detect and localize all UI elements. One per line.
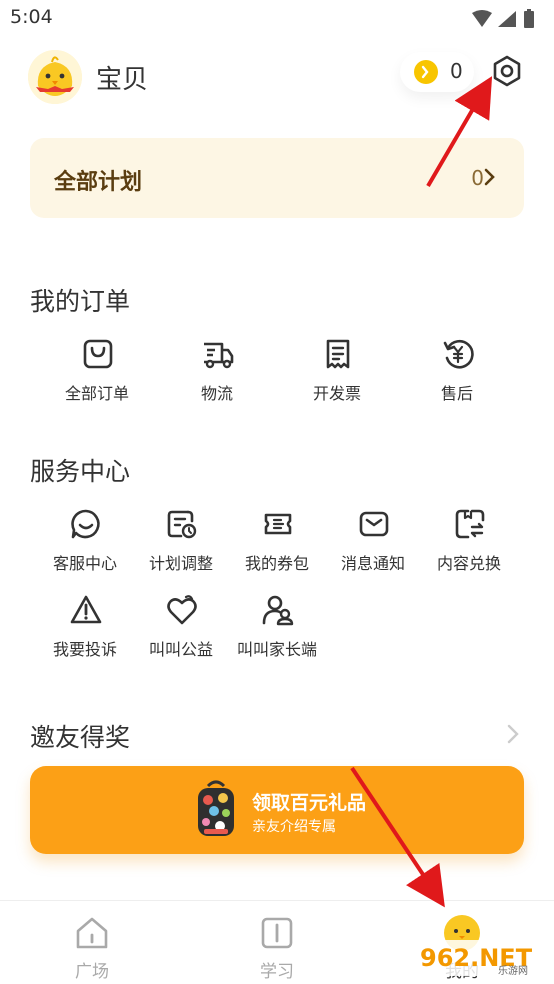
- service-plan-adjust-label: 计划调整: [148, 554, 213, 573]
- chevron-right-icon: [484, 168, 495, 186]
- house-icon: [76, 917, 108, 949]
- orders-section-title: 我的订单: [30, 287, 131, 316]
- coin-balance[interactable]: 0: [400, 52, 474, 92]
- system-icons: [472, 9, 534, 28]
- backpack-icon: [198, 780, 234, 836]
- service-customer-button[interactable]: 客服中心: [30, 508, 140, 578]
- wifi-icon: [472, 10, 492, 27]
- order-invoice-button[interactable]: 开发票: [282, 338, 392, 408]
- chat-bubble-icon: [71, 509, 100, 539]
- order-invoice-label: 开发票: [312, 384, 361, 403]
- envelope-icon: [359, 511, 389, 537]
- order-aftersale-button[interactable]: 售后: [402, 338, 512, 408]
- invite-section-title: 邀友得奖: [30, 723, 131, 752]
- all-plans-card[interactable]: 全部计划 0: [30, 138, 524, 218]
- heart-charity-icon: [167, 595, 197, 625]
- parent-users-icon: [262, 595, 294, 626]
- status-bar: 5:04: [0, 0, 554, 38]
- yuan-refresh-icon: [443, 339, 474, 369]
- user-name: 宝贝: [96, 65, 149, 95]
- settings-button[interactable]: [488, 52, 526, 90]
- service-charity-label: 叫叫公益: [148, 640, 213, 659]
- tab-study[interactable]: 学习: [217, 901, 337, 984]
- profile-header: 宝贝 0: [28, 50, 528, 106]
- service-complaint-button[interactable]: 我要投诉: [30, 594, 140, 664]
- chick-avatar-icon: [28, 50, 82, 104]
- plan-clock-icon: [167, 510, 197, 539]
- invite-banner-subtitle: 亲友介绍专属: [252, 819, 336, 835]
- order-logistics-button[interactable]: 物流: [162, 338, 272, 408]
- tab-plaza[interactable]: 广场: [32, 901, 152, 984]
- service-parent-app-label: 叫叫家长端: [236, 640, 317, 659]
- hexagon-settings-icon: [493, 55, 521, 87]
- book-icon: [261, 917, 293, 949]
- order-logistics-label: 物流: [200, 384, 233, 403]
- coin-count: 0: [450, 59, 463, 83]
- order-all-button[interactable]: 全部订单: [42, 338, 152, 408]
- service-notifications-label: 消息通知: [340, 554, 405, 573]
- status-time: 5:04: [10, 6, 53, 28]
- receipt-icon: [326, 339, 350, 369]
- warning-icon: [70, 595, 102, 624]
- service-customer-label: 客服中心: [52, 554, 117, 573]
- service-plan-adjust-button[interactable]: 计划调整: [126, 508, 236, 578]
- order-all-label: 全部订单: [64, 384, 129, 403]
- signal-icon: [498, 11, 516, 27]
- invite-banner-title: 领取百元礼品: [252, 792, 367, 814]
- tab-plaza-label: 广场: [75, 962, 109, 982]
- service-coupons-button[interactable]: 我的券包: [222, 508, 332, 578]
- tab-study-label: 学习: [260, 962, 294, 982]
- all-plans-count: 0: [471, 166, 484, 190]
- coin-icon: [414, 60, 438, 84]
- exchange-icon: [455, 509, 485, 539]
- avatar[interactable]: [28, 50, 82, 104]
- truck-icon: [204, 342, 234, 369]
- chevron-right-icon[interactable]: [506, 724, 520, 744]
- order-aftersale-label: 售后: [440, 384, 473, 403]
- service-parent-app-button[interactable]: 叫叫家长端: [222, 594, 332, 664]
- service-complaint-label: 我要投诉: [52, 640, 117, 659]
- ticket-icon: [264, 513, 292, 535]
- service-charity-button[interactable]: 叫叫公益: [126, 594, 236, 664]
- shopping-bag-icon: [83, 339, 113, 369]
- services-section-title: 服务中心: [30, 457, 131, 486]
- service-coupons-label: 我的券包: [244, 554, 309, 573]
- all-plans-title: 全部计划: [54, 170, 143, 195]
- service-redeem-label: 内容兑换: [436, 554, 501, 573]
- watermark-sub: 乐游网: [498, 964, 528, 977]
- service-redeem-button[interactable]: 内容兑换: [414, 508, 524, 578]
- service-notifications-button[interactable]: 消息通知: [318, 508, 428, 578]
- watermark-logo: 962.NET 乐游网: [414, 940, 550, 977]
- invite-banner[interactable]: 领取百元礼品 亲友介绍专属: [30, 766, 524, 854]
- battery-icon: [524, 11, 534, 28]
